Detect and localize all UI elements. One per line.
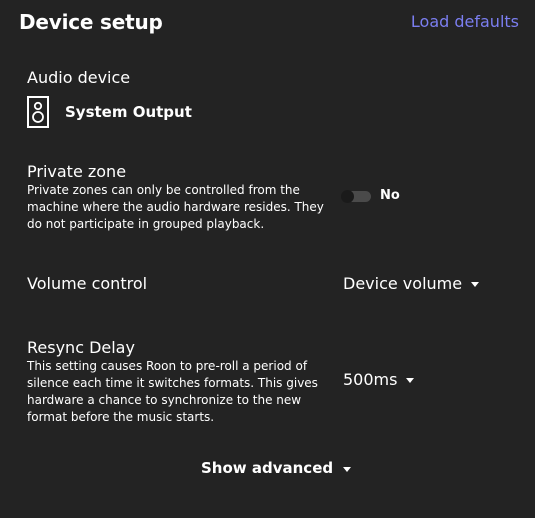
device-setup-panel: Device setup Load defaults Audio device … xyxy=(0,0,535,518)
private-zone-toggle-state: No xyxy=(380,188,400,203)
chevron-down-icon xyxy=(471,282,480,287)
show-advanced-label: Show advanced xyxy=(201,459,334,477)
audio-device-label: Audio device xyxy=(27,68,131,87)
private-zone-toggle[interactable] xyxy=(341,190,371,203)
toggle-knob xyxy=(341,190,354,203)
page-title: Device setup xyxy=(19,10,163,34)
private-zone-label: Private zone xyxy=(27,162,127,181)
chevron-down-icon xyxy=(343,466,352,472)
volume-control-value: Device volume xyxy=(343,274,463,293)
device-name: System Output xyxy=(65,103,192,121)
private-zone-description: Private zones can only be controlled fro… xyxy=(27,183,324,231)
resync-delay-description: This setting causes Roon to pre-roll a p… xyxy=(27,359,318,424)
volume-control-dropdown[interactable]: Device volume xyxy=(343,274,480,293)
resync-delay-dropdown[interactable]: 500ms xyxy=(343,370,415,389)
chevron-down-icon xyxy=(406,378,415,383)
volume-control-label: Volume control xyxy=(27,274,148,293)
load-defaults-link[interactable]: Load defaults xyxy=(411,12,519,31)
resync-delay-value: 500ms xyxy=(343,370,398,389)
speaker-icon xyxy=(27,96,49,128)
show-advanced-button[interactable]: Show advanced xyxy=(201,459,352,477)
resync-delay-label: Resync Delay xyxy=(27,338,135,357)
